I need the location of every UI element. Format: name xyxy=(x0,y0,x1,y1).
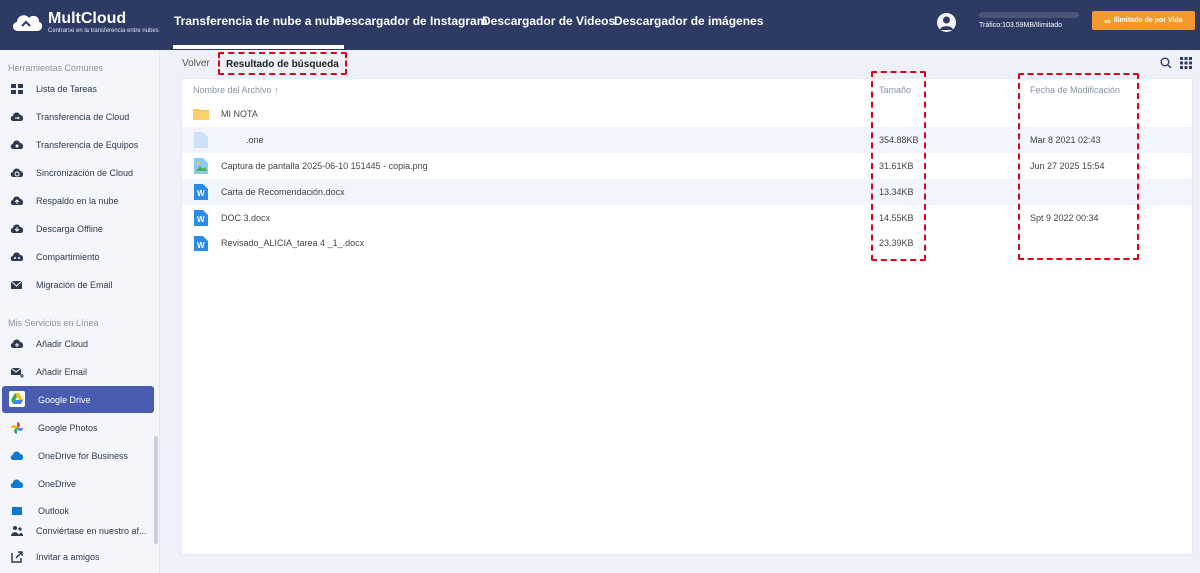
infinity-icon: ∞ xyxy=(1104,15,1111,26)
file-name: MI NOTA xyxy=(221,109,258,119)
sidebar-section-tools: Herramientas Comunes xyxy=(8,63,104,73)
add-cloud-icon xyxy=(10,339,24,348)
app-logo[interactable]: MultCloud Centrarse en la transferencia … xyxy=(10,9,159,35)
sidebar-item-label: Respaldo en la nube xyxy=(36,196,119,206)
sidebar-item-cloud-sync[interactable]: Sincronización de Cloud xyxy=(2,160,154,186)
traffic-text: Tráfico:103.59MB/Ilimitado xyxy=(979,22,1062,29)
sidebar-item-label: Google Photos xyxy=(38,423,98,433)
invite-icon xyxy=(11,551,23,563)
highlight-date-column xyxy=(1018,73,1139,260)
sidebar-item-label: Transferencia de Cloud xyxy=(36,112,130,122)
file-name: DOC 3.docx xyxy=(221,213,271,223)
search-icon[interactable] xyxy=(1160,57,1172,69)
sidebar-item-offline-download[interactable]: Descarga Offline xyxy=(2,216,154,242)
user-avatar-icon[interactable] xyxy=(937,13,956,32)
team-transfer-icon xyxy=(10,140,24,149)
sidebar-item-invite[interactable]: Invitar a amigos xyxy=(2,544,154,570)
add-email-icon xyxy=(10,367,24,378)
file-name: Captura de pantalla 2025-06-10 151445 - … xyxy=(221,161,428,171)
outlook-icon xyxy=(12,507,22,515)
word-doc-icon: W xyxy=(194,210,208,226)
sidebar-item-label: OneDrive for Business xyxy=(38,451,129,461)
sidebar-item-label: Outlook xyxy=(38,506,70,515)
sidebar-item-label: Compartimiento xyxy=(36,252,100,262)
top-bar: MultCloud Centrarse en la transferencia … xyxy=(0,0,1200,50)
sidebar-item-label: Conviértase en nuestro af... xyxy=(36,526,147,536)
back-link[interactable]: Volver xyxy=(182,58,210,69)
grid-view-icon[interactable] xyxy=(1180,57,1192,69)
google-drive-icon xyxy=(9,391,25,407)
task-list-icon xyxy=(11,84,23,94)
sidebar-item-label: Invitar a amigos xyxy=(36,552,100,562)
sidebar-item-team-transfer[interactable]: Transferencia de Equipos xyxy=(2,132,154,158)
google-photos-icon xyxy=(11,422,23,434)
traffic-progress-bar xyxy=(979,12,1079,18)
cloud-backup-icon xyxy=(10,196,24,205)
file-name: Carta de Recomendación.docx xyxy=(221,187,345,197)
sidebar-item-onedrive-business[interactable]: OneDrive for Business xyxy=(2,443,154,469)
app-name: MultCloud xyxy=(48,9,127,27)
sidebar-item-email-migration[interactable]: Migración de Email xyxy=(2,272,154,298)
sidebar-item-label: Añadir Cloud xyxy=(36,339,89,349)
main-content: Volver Resultado de búsqueda Nombre del … xyxy=(160,50,1200,573)
cloud-transfer-icon xyxy=(10,112,24,121)
file-icon xyxy=(194,132,208,148)
svg-text:W: W xyxy=(197,189,205,198)
sidebar-item-add-cloud[interactable]: Añadir Cloud xyxy=(2,331,154,357)
upgrade-button[interactable]: ∞ Ilimitado de por Vida xyxy=(1092,11,1195,30)
breadcrumb-search-result[interactable]: Resultado de búsqueda xyxy=(218,52,347,75)
svg-text:W: W xyxy=(197,241,205,250)
sidebar-item-label: Sincronización de Cloud xyxy=(36,168,134,178)
sidebar: Herramientas Comunes Lista de Tareas Tra… xyxy=(0,50,160,573)
word-doc-icon: W xyxy=(194,236,208,251)
multcloud-logo-icon xyxy=(12,15,43,31)
sidebar-item-label: Transferencia de Equipos xyxy=(36,140,139,150)
sidebar-item-google-photos[interactable]: Google Photos xyxy=(2,415,154,441)
onedrive-icon xyxy=(10,479,24,488)
sidebar-item-task-list[interactable]: Lista de Tareas xyxy=(2,76,154,102)
sidebar-item-affiliate[interactable]: Conviértase en nuestro af... xyxy=(2,518,154,544)
sidebar-item-label: Lista de Tareas xyxy=(36,84,97,94)
sidebar-section-services: Mis Servicios en Línea xyxy=(8,318,99,328)
sidebar-item-onedrive[interactable]: OneDrive xyxy=(2,471,154,497)
image-file-icon xyxy=(194,158,208,174)
sidebar-item-label: Migración de Email xyxy=(36,280,113,290)
tab-video-downloader[interactable]: Descargador de Videos xyxy=(482,14,615,28)
upgrade-label: Ilimitado de por Vida xyxy=(1113,17,1183,24)
sidebar-item-cloud-backup[interactable]: Respaldo en la nube xyxy=(2,188,154,214)
sidebar-item-outlook[interactable]: Outlook xyxy=(2,499,154,515)
sidebar-item-label: Descarga Offline xyxy=(36,224,103,234)
sidebar-item-label: Añadir Email xyxy=(36,367,88,377)
svg-text:W: W xyxy=(197,215,205,224)
sidebar-item-share[interactable]: Compartimiento xyxy=(2,244,154,270)
tab-instagram-downloader[interactable]: Descargador de Instagram xyxy=(336,14,487,28)
tab-image-downloader[interactable]: Descargador de imágenes xyxy=(614,14,763,28)
sidebar-item-add-email[interactable]: Añadir Email xyxy=(2,359,154,385)
sidebar-scrollbar[interactable] xyxy=(154,436,158,544)
file-name: .one xyxy=(246,135,264,145)
highlight-size-column xyxy=(871,71,926,261)
sidebar-item-google-drive[interactable]: Google Drive xyxy=(2,386,154,413)
sidebar-item-label: Google Drive xyxy=(38,394,91,405)
email-migration-icon xyxy=(10,280,23,289)
cloud-sync-icon xyxy=(10,168,24,177)
offline-download-icon xyxy=(10,224,24,233)
onedrive-business-icon xyxy=(10,451,24,460)
column-header-name[interactable]: Nombre del Archivo ↑ xyxy=(193,85,279,95)
sidebar-item-label: OneDrive xyxy=(38,479,77,489)
affiliate-icon xyxy=(11,526,23,536)
folder-icon xyxy=(193,109,209,120)
word-doc-icon: W xyxy=(194,184,208,200)
sidebar-item-cloud-transfer[interactable]: Transferencia de Cloud xyxy=(2,104,154,130)
file-name: Revisado_ALICIA_tarea 4 _1_.docx xyxy=(221,238,365,248)
tab-cloud-transfer[interactable]: Transferencia de nube a nube xyxy=(172,14,345,49)
app-tagline: Centrarse en la transferencia entre nube… xyxy=(48,27,159,34)
share-icon xyxy=(10,252,24,261)
